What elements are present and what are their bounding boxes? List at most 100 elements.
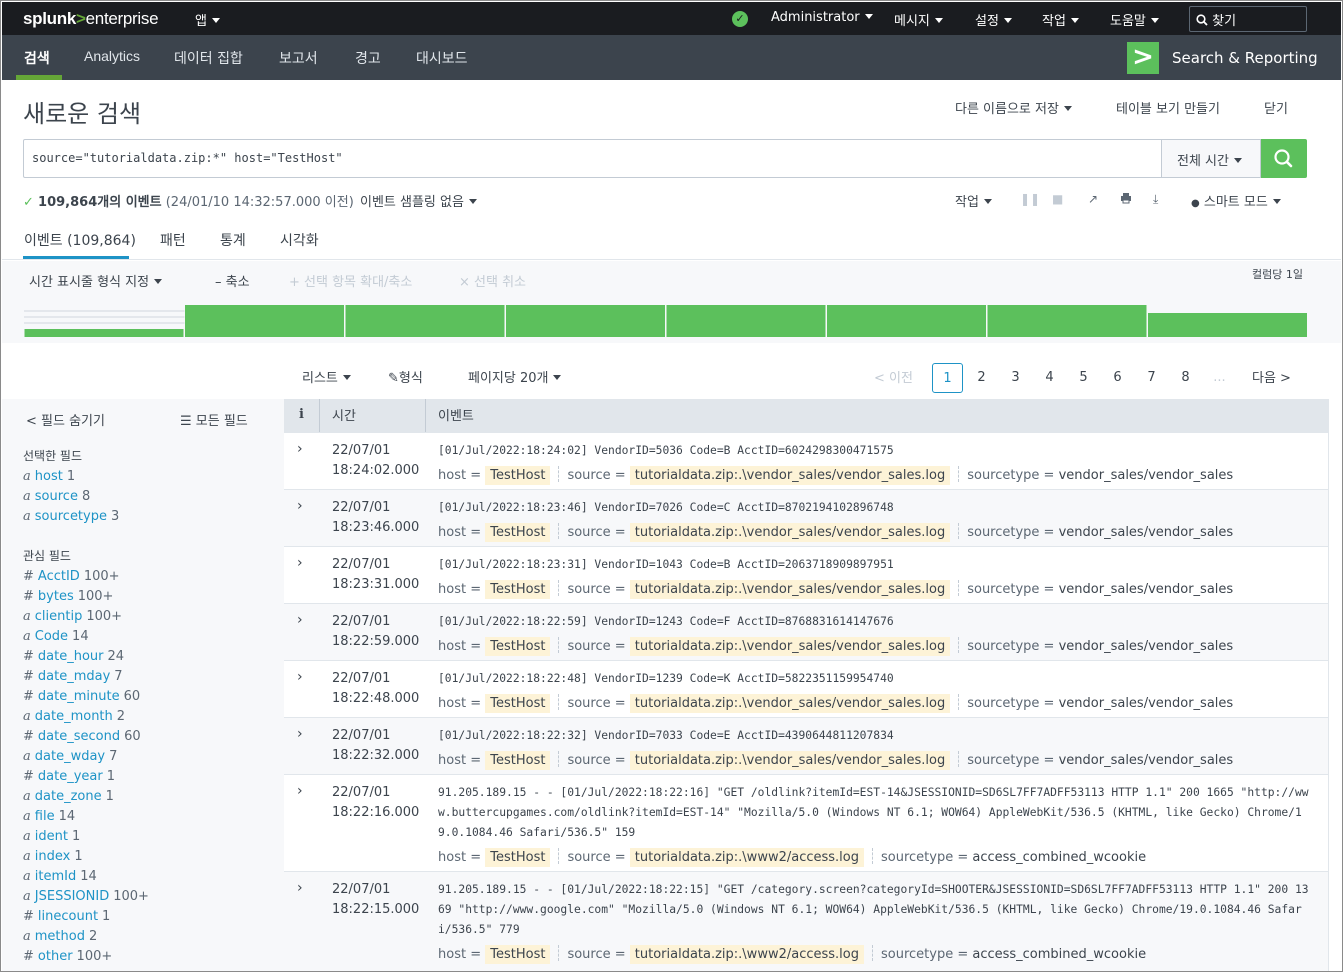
messages-menu[interactable]: 메시지 bbox=[894, 10, 943, 29]
time-range-picker[interactable]: 전체 시간 bbox=[1161, 139, 1261, 178]
meta-value-source[interactable]: tutorialdata.zip:.\www2/access.log bbox=[629, 848, 864, 867]
expand-chevron-icon[interactable]: › bbox=[297, 880, 303, 896]
meta-value-sourcetype[interactable]: vendor_sales/vendor_sales bbox=[1059, 753, 1234, 768]
meta-value-sourcetype[interactable]: vendor_sales/vendor_sales bbox=[1059, 468, 1234, 483]
meta-value-source[interactable]: tutorialdata.zip:.\vendor_sales/vendor_s… bbox=[629, 637, 951, 656]
list-view-menu[interactable]: 리스트 bbox=[302, 367, 351, 386]
field-ident[interactable]: a ident 1 bbox=[23, 829, 80, 844]
field-method[interactable]: a method 2 bbox=[23, 929, 97, 944]
tab-statistics[interactable]: 통계 bbox=[220, 230, 246, 250]
meta-value-sourcetype[interactable]: access_combined_wcookie bbox=[972, 947, 1146, 962]
save-as-menu[interactable]: 다른 이름으로 저장 bbox=[955, 98, 1072, 117]
meta-value-sourcetype[interactable]: access_combined_wcookie bbox=[972, 850, 1146, 865]
field-source[interactable]: a source 8 bbox=[23, 489, 90, 504]
field-index[interactable]: a index 1 bbox=[23, 849, 83, 864]
tab-search[interactable]: 검색 bbox=[24, 48, 50, 68]
page-8[interactable]: 8 bbox=[1170, 363, 1201, 393]
check-circle-icon[interactable]: ✓ bbox=[732, 11, 748, 27]
per-page-menu[interactable]: 페이지당 20개 bbox=[468, 367, 561, 386]
page-4[interactable]: 4 bbox=[1034, 363, 1065, 393]
stop-icon[interactable]: ■ bbox=[1052, 192, 1063, 206]
timeline-bar[interactable] bbox=[987, 305, 1147, 337]
timeline-format-menu[interactable]: 시간 표시줄 형식 지정 bbox=[29, 271, 162, 290]
tab-analytics[interactable]: Analytics bbox=[84, 48, 140, 64]
meta-value-source[interactable]: tutorialdata.zip:.\vendor_sales/vendor_s… bbox=[629, 694, 951, 713]
tab-alerts[interactable]: 경고 bbox=[355, 48, 381, 68]
all-fields-button[interactable]: ☰ 모든 필드 bbox=[180, 410, 248, 429]
next-page-button[interactable]: 다음 > bbox=[1252, 367, 1291, 386]
meta-value-host[interactable]: TestHost bbox=[485, 751, 551, 770]
tab-patterns[interactable]: 패턴 bbox=[160, 230, 186, 250]
field-date_minute[interactable]: # date_minute 60 bbox=[23, 689, 140, 704]
field-date_hour[interactable]: # date_hour 24 bbox=[23, 649, 124, 664]
pause-icon[interactable]: ❚❚ bbox=[1020, 192, 1040, 206]
field-sourcetype[interactable]: a sourcetype 3 bbox=[23, 509, 119, 524]
expand-chevron-icon[interactable]: › bbox=[297, 555, 303, 571]
zoom-out-button[interactable]: – 축소 bbox=[215, 271, 250, 290]
export-icon[interactable]: ⤓ bbox=[1153, 192, 1158, 207]
expand-chevron-icon[interactable]: › bbox=[297, 783, 303, 799]
expand-chevron-icon[interactable]: › bbox=[297, 669, 303, 685]
meta-value-sourcetype[interactable]: vendor_sales/vendor_sales bbox=[1059, 639, 1234, 654]
activity-menu[interactable]: 작업 bbox=[1042, 10, 1079, 29]
field-date_month[interactable]: a date_month 2 bbox=[23, 709, 125, 724]
sampling-menu[interactable]: 이벤트 샘플링 없음 bbox=[360, 191, 477, 210]
find-input[interactable]: 찾기 bbox=[1189, 6, 1307, 32]
meta-value-source[interactable]: tutorialdata.zip:.\vendor_sales/vendor_s… bbox=[629, 523, 951, 542]
search-mode-menu[interactable]: ● 스마트 모드 bbox=[1191, 191, 1281, 210]
field-itemId[interactable]: a itemId 14 bbox=[23, 869, 97, 884]
app-logo-icon[interactable]: > bbox=[1127, 42, 1159, 74]
job-menu[interactable]: 작업 bbox=[955, 191, 992, 210]
field-date_zone[interactable]: a date_zone 1 bbox=[23, 789, 114, 804]
page-7[interactable]: 7 bbox=[1136, 363, 1167, 393]
expand-chevron-icon[interactable]: › bbox=[297, 441, 303, 457]
field-other[interactable]: # other 100+ bbox=[23, 949, 112, 964]
tab-reports[interactable]: 보고서 bbox=[279, 48, 318, 68]
format-button[interactable]: ✎형식 bbox=[388, 367, 423, 386]
timeline-bar[interactable] bbox=[1148, 313, 1307, 337]
meta-value-source[interactable]: tutorialdata.zip:.\vendor_sales/vendor_s… bbox=[629, 466, 951, 485]
apps-menu[interactable]: 앱 bbox=[195, 10, 220, 29]
field-Code[interactable]: a Code 14 bbox=[23, 629, 89, 644]
meta-value-host[interactable]: TestHost bbox=[485, 945, 551, 964]
timeline-bar[interactable] bbox=[506, 305, 665, 337]
scrollbar[interactable] bbox=[1328, 399, 1341, 971]
create-table-view-button[interactable]: 테이블 보기 만들기 bbox=[1116, 98, 1220, 117]
timeline-chart[interactable] bbox=[24, 305, 1308, 337]
meta-value-host[interactable]: TestHost bbox=[485, 694, 551, 713]
field-linecount[interactable]: # linecount 1 bbox=[23, 909, 110, 924]
zoom-to-selection-button[interactable]: + 선택 항목 확대/축소 bbox=[289, 271, 412, 290]
field-date_mday[interactable]: # date_mday 7 bbox=[23, 669, 123, 684]
meta-value-source[interactable]: tutorialdata.zip:.\vendor_sales/vendor_s… bbox=[629, 580, 951, 599]
deselect-button[interactable]: × 선택 취소 bbox=[459, 271, 526, 290]
tab-datasets[interactable]: 데이터 집합 bbox=[174, 48, 243, 68]
timeline-bar[interactable] bbox=[666, 305, 826, 337]
page-3[interactable]: 3 bbox=[1000, 363, 1031, 393]
timeline-bar[interactable] bbox=[345, 305, 505, 337]
field-AcctID[interactable]: # AcctID 100+ bbox=[23, 569, 120, 584]
expand-chevron-icon[interactable]: › bbox=[297, 498, 303, 514]
field-JSESSIONID[interactable]: a JSESSIONID 100+ bbox=[23, 889, 149, 904]
share-icon[interactable]: ↗ bbox=[1088, 192, 1098, 206]
app-name[interactable]: Search & Reporting bbox=[1172, 49, 1318, 67]
field-clientip[interactable]: a clientip 100+ bbox=[23, 609, 122, 624]
meta-value-sourcetype[interactable]: vendor_sales/vendor_sales bbox=[1059, 696, 1234, 711]
page-6[interactable]: 6 bbox=[1102, 363, 1133, 393]
timeline-bar[interactable] bbox=[827, 305, 986, 337]
user-menu[interactable]: Administrator bbox=[771, 10, 873, 25]
tab-events[interactable]: 이벤트 (109,864) bbox=[24, 230, 136, 250]
tab-dashboards[interactable]: 대시보드 bbox=[416, 48, 468, 68]
meta-value-sourcetype[interactable]: vendor_sales/vendor_sales bbox=[1059, 525, 1234, 540]
page-2[interactable]: 2 bbox=[966, 363, 997, 393]
search-query-input[interactable]: source="tutorialdata.zip:*" host="TestHo… bbox=[23, 139, 1162, 178]
field-host[interactable]: a host 1 bbox=[23, 469, 75, 484]
meta-value-host[interactable]: TestHost bbox=[485, 580, 551, 599]
page-5[interactable]: 5 bbox=[1068, 363, 1099, 393]
splunk-logo[interactable]: splunk>enterprise bbox=[23, 9, 159, 29]
field-date_year[interactable]: # date_year 1 bbox=[23, 769, 115, 784]
meta-value-sourcetype[interactable]: vendor_sales/vendor_sales bbox=[1059, 582, 1234, 597]
field-date_wday[interactable]: a date_wday 7 bbox=[23, 749, 117, 764]
field-file[interactable]: a file 14 bbox=[23, 809, 75, 824]
expand-chevron-icon[interactable]: › bbox=[297, 612, 303, 628]
meta-value-host[interactable]: TestHost bbox=[485, 637, 551, 656]
